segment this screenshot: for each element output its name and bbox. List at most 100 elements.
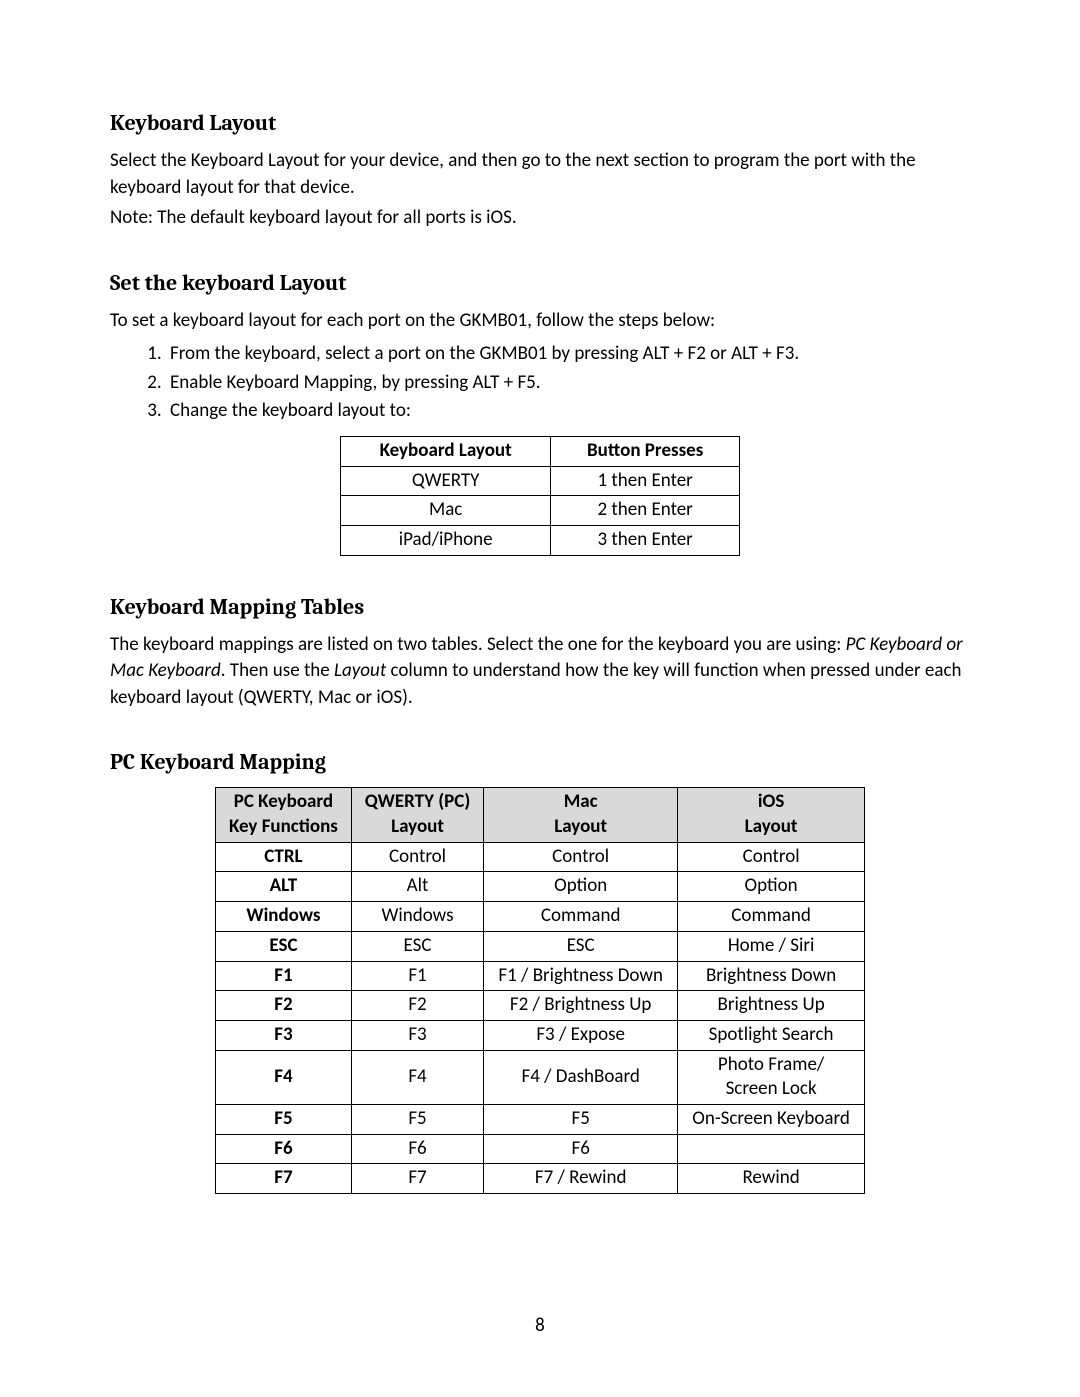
page-number: 8 (0, 1314, 1080, 1337)
table-cell: F5 (216, 1104, 352, 1134)
table-cell: F3 (216, 1020, 352, 1050)
table-header: Keyboard Layout (341, 436, 551, 466)
table-cell: F6 (351, 1134, 483, 1164)
table-row: CTRLControlControlControl (216, 842, 865, 872)
table-cell: F7 (351, 1164, 483, 1194)
table-cell: F2 (351, 991, 483, 1021)
table-row: F1F1F1 / Brightness DownBrightness Down (216, 961, 865, 991)
heading-pc-mapping: PC Keyboard Mapping (110, 749, 970, 775)
table-cell: Rewind (678, 1164, 865, 1194)
table-row: Mac 2 then Enter (341, 496, 740, 526)
text-italic: Layout (334, 659, 386, 682)
pc-mapping-table: PC Keyboard Key Functions QWERTY (PC) La… (215, 787, 865, 1194)
table-cell: Spotlight Search (678, 1020, 865, 1050)
table-cell: Windows (216, 902, 352, 932)
table-header: PC Keyboard Key Functions (216, 788, 352, 842)
heading-keyboard-layout: Keyboard Layout (110, 110, 970, 136)
table-cell: Option (484, 872, 678, 902)
table-cell: ESC (216, 931, 352, 961)
section-keyboard-layout: Keyboard Layout Select the Keyboard Layo… (110, 110, 970, 232)
table-cell: F4 (351, 1050, 483, 1104)
text: Key Functions (229, 815, 338, 838)
table-cell: Mac (341, 496, 551, 526)
paragraph: Note: The default keyboard layout for al… (110, 205, 970, 232)
table-cell: F3 (351, 1020, 483, 1050)
paragraph: The keyboard mappings are listed on two … (110, 632, 970, 712)
table-cell: 2 then Enter (551, 496, 740, 526)
text: QWERTY (PC) (365, 790, 470, 813)
table-cell: Option (678, 872, 865, 902)
text: PC Keyboard (234, 790, 333, 813)
table-cell: 1 then Enter (551, 466, 740, 496)
table-cell: Control (678, 842, 865, 872)
table-cell: F7 (216, 1164, 352, 1194)
table-cell: Command (678, 902, 865, 932)
table-cell: Windows (351, 902, 483, 932)
table-row: QWERTY 1 then Enter (341, 466, 740, 496)
table-cell: Alt (351, 872, 483, 902)
text: Layout (554, 815, 607, 838)
table-cell: F2 / Brightness Up (484, 991, 678, 1021)
table-row: PC Keyboard Key Functions QWERTY (PC) La… (216, 788, 865, 842)
table-cell: Command (484, 902, 678, 932)
table-row: F5F5F5On-Screen Keyboard (216, 1104, 865, 1134)
text: . Then use the (221, 659, 334, 682)
table-cell: F2 (216, 991, 352, 1021)
table-row: iPad/iPhone 3 then Enter (341, 525, 740, 555)
table-cell: F1 (351, 961, 483, 991)
table-row: F7F7F7 / RewindRewind (216, 1164, 865, 1194)
table-header: iOS Layout (678, 788, 865, 842)
table-cell: F1 / Brightness Down (484, 961, 678, 991)
text: Layout (391, 815, 444, 838)
table-row: ESCESCESCHome / Siri (216, 931, 865, 961)
table-cell: F1 (216, 961, 352, 991)
table-row: F2F2F2 / Brightness UpBrightness Up (216, 991, 865, 1021)
text: The keyboard mappings are listed on two … (110, 633, 846, 656)
paragraph: To set a keyboard layout for each port o… (110, 308, 970, 335)
table-row: Keyboard Layout Button Presses (341, 436, 740, 466)
table-cell: F4 (216, 1050, 352, 1104)
table-cell: Control (484, 842, 678, 872)
section-set-layout: Set the keyboard Layout To set a keyboar… (110, 270, 970, 556)
table-cell: F6 (216, 1134, 352, 1164)
table-row: ALTAltOptionOption (216, 872, 865, 902)
table-cell: CTRL (216, 842, 352, 872)
table-cell: ESC (484, 931, 678, 961)
table-cell: Control (351, 842, 483, 872)
list-item: From the keyboard, select a port on the … (166, 340, 970, 369)
heading-set-layout: Set the keyboard Layout (110, 270, 970, 296)
table-cell: Brightness Up (678, 991, 865, 1021)
table-cell (678, 1134, 865, 1164)
steps-list: From the keyboard, select a port on the … (110, 340, 970, 426)
table-cell: 3 then Enter (551, 525, 740, 555)
table-cell: ESC (351, 931, 483, 961)
section-mapping-tables: Keyboard Mapping Tables The keyboard map… (110, 594, 970, 712)
document-page: Keyboard Layout Select the Keyboard Layo… (0, 0, 1080, 1397)
section-pc-mapping: PC Keyboard Mapping PC Keyboard Key Func… (110, 749, 970, 1194)
table-cell: F6 (484, 1134, 678, 1164)
table-row: F3F3F3 / ExposeSpotlight Search (216, 1020, 865, 1050)
table-cell: On-Screen Keyboard (678, 1104, 865, 1134)
table-row: WindowsWindowsCommandCommand (216, 902, 865, 932)
table-cell: iPad/iPhone (341, 525, 551, 555)
list-item: Enable Keyboard Mapping, by pressing ALT… (166, 369, 970, 398)
table-row: F6F6F6 (216, 1134, 865, 1164)
text: iOS (758, 790, 785, 813)
table-cell: F5 (351, 1104, 483, 1134)
table-cell: QWERTY (341, 466, 551, 496)
table-cell: F5 (484, 1104, 678, 1134)
table-header: Mac Layout (484, 788, 678, 842)
table-header: Button Presses (551, 436, 740, 466)
table-cell: F7 / Rewind (484, 1164, 678, 1194)
table-cell: Photo Frame/Screen Lock (678, 1050, 865, 1104)
text: Layout (745, 815, 798, 838)
table-cell: Home / Siri (678, 931, 865, 961)
table-cell: F4 / DashBoard (484, 1050, 678, 1104)
paragraph: Select the Keyboard Layout for your devi… (110, 148, 970, 201)
layout-table: Keyboard Layout Button Presses QWERTY 1 … (340, 436, 740, 556)
table-cell: Brightness Down (678, 961, 865, 991)
table-row: F4F4F4 / DashBoardPhoto Frame/Screen Loc… (216, 1050, 865, 1104)
text: Mac (564, 790, 598, 813)
table-header: QWERTY (PC) Layout (351, 788, 483, 842)
table-cell: F3 / Expose (484, 1020, 678, 1050)
